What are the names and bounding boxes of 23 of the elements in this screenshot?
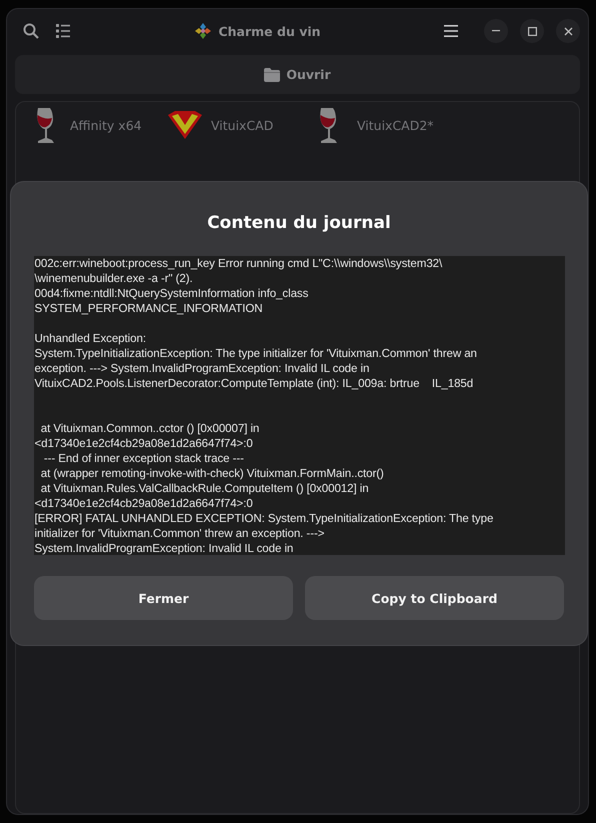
shield-icon bbox=[167, 110, 203, 140]
close-button[interactable] bbox=[556, 19, 580, 43]
app-name[interactable]: Affinity x64 bbox=[70, 118, 142, 132]
copy-button[interactable]: Copy to Clipboard bbox=[305, 576, 564, 620]
menu-icon bbox=[444, 25, 458, 37]
maximize-button[interactable] bbox=[520, 19, 544, 43]
wine-glass-icon bbox=[317, 106, 339, 144]
close-icon bbox=[564, 26, 572, 36]
minimize-button[interactable] bbox=[484, 19, 508, 43]
open-button[interactable]: Ouvrir bbox=[15, 55, 580, 94]
dialog-title: Contenu du journal bbox=[207, 213, 391, 233]
minimize-icon bbox=[492, 30, 500, 32]
list-icon bbox=[55, 23, 71, 39]
window-title: Charme du vin bbox=[218, 24, 321, 38]
folder-icon bbox=[264, 68, 280, 82]
app-logo-icon bbox=[194, 22, 212, 40]
app-name[interactable]: VituixCAD bbox=[211, 118, 274, 132]
maximize-icon bbox=[528, 26, 536, 36]
close-dialog-button[interactable]: Fermer bbox=[34, 576, 293, 620]
wine-glass-icon bbox=[34, 106, 56, 144]
search-icon bbox=[23, 23, 39, 39]
log-text: 002c:err:wineboot:process_run_key Error running cmd L"C:\\windows\\system32\ \winemenubuilder.exe -a -r" (2). 00d4:fixme:ntdll:NtQuerySystemInformation info_class SYSTEM_PERFORMANCE_INFORMATION Unhandled Exception: System.TypeInitializationException: The type initializer for 'Vituixman.Common' threw an exception. ---> System.InvalidProgramException: Invalid IL code in VituixCAD2.Pools.ListenerDecorator:ComputeTemplate (int): IL_009a: brtrue IL_185d at Vituixman.Common..cctor () [0x00007] in <d17340e1e2cf4cb29a08e1d2a6647f74>:0 --- End of inner exception stack trace --- at (wrapper remoting-invoke-with-check) Vituixman.FormMain..ctor() at Vituixman.Rules.ValCallbackRule.ComputeItem () [0x00012] in <d17340e1e2cf4cb29a08e1d2a6647f74>:0 [ERROR] FATAL UNHANDLED EXCEPTION: System.TypeInitializationException: The type initializer for 'Vituixman.Common' threw an exception. ---> System.InvalidProgramException: Invalid IL code in bbox=[34, 256, 564, 555]
app-name[interactable]: VituixCAD2* bbox=[357, 118, 434, 132]
